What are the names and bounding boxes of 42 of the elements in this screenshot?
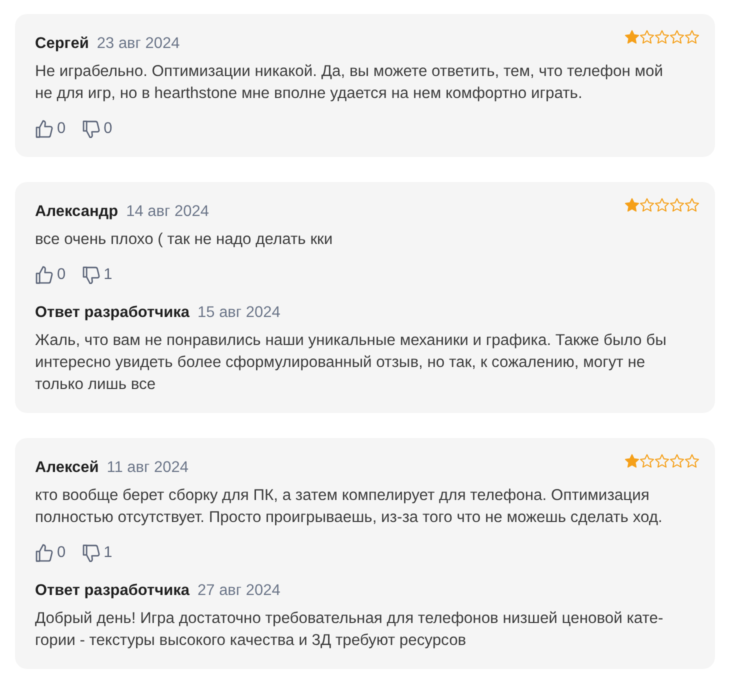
review-date: 23 авг 2024 (96, 34, 180, 54)
review-text: кто вообще берет сборку для ПК, а затем компелирует для телефона. Оптимизация полностью отсутствует. Просто проигрываешь, из-за того что не можешь сделать ход. (35, 486, 664, 528)
dislike-button[interactable]: 0 (82, 119, 112, 139)
thumbs-down-icon (82, 266, 100, 284)
star-icon (685, 198, 699, 212)
star-icon (685, 454, 699, 468)
author-name: Сергей (35, 34, 89, 54)
reply-text: Жаль, что вам не понравились наши уникальные механики и графика. Также было бы интересно увидеть более сформулированный отзыв, но так, к сожалению, могут не только лишь все (35, 331, 668, 395)
reply-date: 27 авг 2024 (198, 581, 280, 601)
star-icon (670, 454, 684, 468)
reply-text: Добрый день! Игра достаточно требовательная для телефонов низшей ценовой кате-гории - текстуры высокого качества и 3Д требуют ресурсов (35, 609, 664, 651)
review-date: 11 авг 2024 (106, 458, 188, 478)
dislike-button[interactable]: 1 (82, 543, 112, 563)
star-icon (655, 198, 669, 212)
thumbs-up-icon (35, 544, 53, 562)
like-button[interactable]: 0 (35, 265, 66, 285)
star-icon (670, 198, 684, 212)
thumbs-down-icon (82, 120, 100, 138)
star-icon (640, 454, 654, 468)
dislike-button[interactable]: 1 (82, 265, 112, 285)
author-name: Александр (35, 202, 118, 222)
star-icon (640, 30, 654, 44)
reply-date: 15 авг 2024 (198, 303, 280, 323)
star-icon (625, 198, 639, 212)
thumbs-down-icon (82, 544, 100, 562)
star-icon (670, 30, 684, 44)
reply-title: Ответ разработчика (35, 303, 190, 323)
like-button[interactable]: 0 (35, 543, 66, 563)
like-button[interactable]: 0 (35, 119, 66, 139)
star-icon (685, 30, 699, 44)
star-icon (655, 454, 669, 468)
reply-title: Ответ разработчика (35, 581, 190, 601)
thumbs-up-icon (35, 266, 53, 284)
thumbs-up-icon (35, 120, 53, 138)
star-icon (625, 30, 639, 44)
author-name: Алексей (35, 458, 99, 478)
star-icon (655, 30, 669, 44)
star-icon (625, 454, 639, 468)
review-date: 14 авг 2024 (126, 202, 209, 222)
review-text: Не играбельно. Оптимизации никакой. Да, вы можете ответить, тем, что телефон мой не для игр, но в hearthstone мне вполне удается на нем комфортно играть. (35, 62, 664, 104)
star-icon (640, 198, 654, 212)
review-text: все очень плохо ( так не надо делать кки (35, 230, 334, 250)
